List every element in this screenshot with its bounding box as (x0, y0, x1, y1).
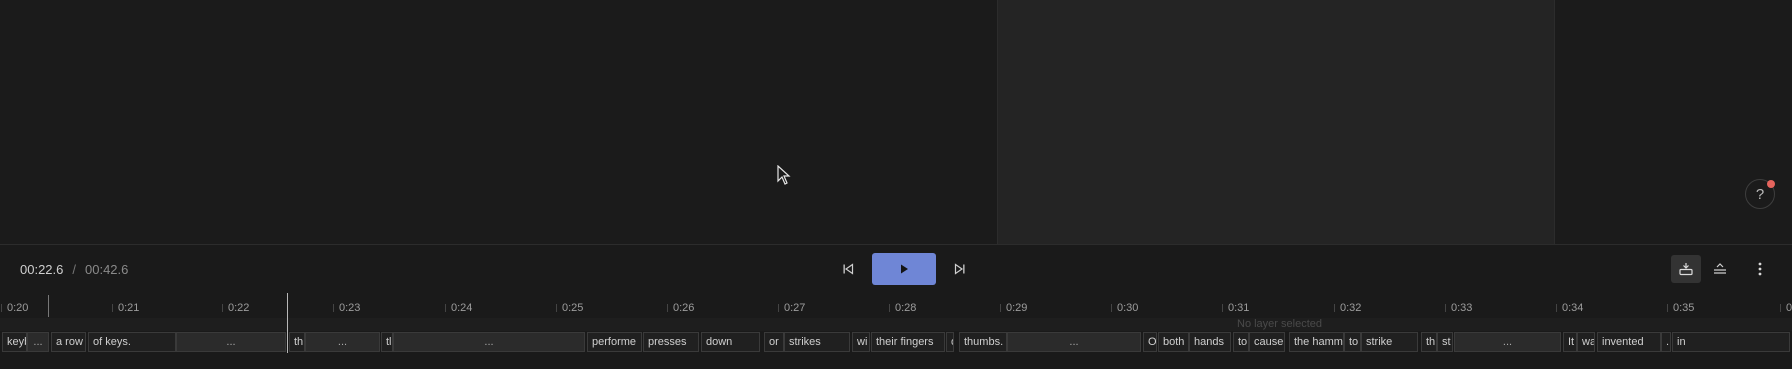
word-gap[interactable]: ... (1007, 332, 1141, 352)
more-options-button[interactable] (1745, 255, 1775, 283)
play-icon (901, 264, 908, 274)
word-segment[interactable]: of keys. (88, 332, 176, 352)
word-segment[interactable]: O (1143, 332, 1157, 352)
ruler-tick: 0:33 (1444, 302, 1473, 314)
word-segment[interactable]: their fingers (871, 332, 945, 352)
word-segment[interactable]: th (1421, 332, 1437, 352)
skip-forward-icon (954, 263, 965, 275)
word-gap[interactable]: ... (393, 332, 585, 352)
ruler-tick: 0:20 (0, 302, 29, 314)
current-time: 00:22.6 (20, 262, 64, 277)
ruler-tick: 0:29 (999, 302, 1028, 314)
word-segment[interactable]: strike (1361, 332, 1418, 352)
time-separator: / (72, 262, 76, 277)
word-segment[interactable]: to (1233, 332, 1249, 352)
ruler-tick: 0:28 (888, 302, 917, 314)
notification-dot (1767, 180, 1775, 188)
transcript-track: keyb ... a row of keys. ... th ... tl ..… (0, 332, 1792, 352)
skip-back-icon (843, 263, 854, 275)
word-segment[interactable]: hands (1189, 332, 1231, 352)
ruler-tick: 0:23 (332, 302, 361, 314)
word-segment[interactable]: cause (1249, 332, 1285, 352)
word-segment[interactable]: tl (381, 332, 393, 352)
word-segment[interactable]: st (1437, 332, 1453, 352)
ruler-tick: 0:30 (1110, 302, 1139, 314)
help-icon: ? (1755, 185, 1765, 203)
word-segment[interactable]: presses (643, 332, 699, 352)
ruler-tick: 0:26 (666, 302, 695, 314)
layer-track[interactable] (0, 318, 1792, 331)
word-segment[interactable]: . (1661, 332, 1671, 352)
ruler-tick: 0:35 (1666, 302, 1695, 314)
cursor-icon (777, 165, 791, 185)
word-segment[interactable]: wi (852, 332, 870, 352)
fit-timeline-button[interactable] (1671, 255, 1701, 283)
word-segment[interactable]: strikes (784, 332, 850, 352)
ruler-tick: 0:22 (221, 302, 250, 314)
ruler-tick: 0:24 (444, 302, 473, 314)
play-button[interactable] (872, 253, 936, 285)
skip-back-button[interactable] (836, 259, 860, 279)
ruler-tick: 0:21 (111, 302, 140, 314)
word-segment[interactable]: invented (1597, 332, 1661, 352)
video-frame[interactable] (997, 0, 1555, 244)
start-marker (48, 295, 49, 317)
skip-forward-button[interactable] (948, 259, 972, 279)
word-segment[interactable]: a row (51, 332, 86, 352)
collapse-icon (1714, 263, 1726, 274)
word-segment[interactable]: It (1563, 332, 1577, 352)
word-gap[interactable]: ... (1454, 332, 1561, 352)
word-segment[interactable]: in (1672, 332, 1790, 352)
word-segment[interactable]: performe (587, 332, 642, 352)
collapse-button[interactable] (1705, 255, 1735, 283)
total-time: 00:42.6 (85, 262, 129, 277)
word-segment[interactable]: or (764, 332, 784, 352)
editor-app: ? 00:22.6 / 00:42.6 0:20 0:21 0:22 0:23 0:… (0, 0, 1792, 369)
word-segment[interactable]: th (289, 332, 305, 352)
word-segment[interactable]: both (1158, 332, 1189, 352)
ruler-tick: 0:32 (1333, 302, 1362, 314)
word-segment[interactable]: down (701, 332, 760, 352)
fit-timeline-icon (1679, 263, 1693, 276)
ruler-tick: 0:25 (555, 302, 584, 314)
ruler-tick: 0:27 (777, 302, 806, 314)
time-display: 00:22.6 / 00:42.6 (20, 262, 128, 277)
ruler-tick: 0 (1779, 302, 1792, 314)
word-segment[interactable]: thumbs. (959, 332, 1007, 352)
more-vertical-icon (1758, 262, 1762, 276)
ruler-tick: 0:34 (1555, 302, 1584, 314)
word-segment[interactable]: the hamm (1289, 332, 1344, 352)
playhead[interactable] (287, 293, 288, 353)
preview-canvas[interactable]: ? (0, 0, 1792, 245)
word-gap[interactable]: ... (176, 332, 286, 352)
word-segment[interactable]: wa (1577, 332, 1595, 352)
ruler-tick: 0:31 (1221, 302, 1250, 314)
word-gap[interactable]: ... (27, 332, 49, 352)
timeline-ruler[interactable]: 0:20 0:21 0:22 0:23 0:24 0:25 0:26 0:27 … (0, 296, 1792, 318)
no-layer-label: No layer selected (1237, 318, 1322, 330)
word-gap[interactable]: ... (305, 332, 380, 352)
word-segment[interactable]: to (1344, 332, 1361, 352)
word-segment[interactable]: o (946, 332, 954, 352)
word-segment[interactable]: keyb (2, 332, 27, 352)
